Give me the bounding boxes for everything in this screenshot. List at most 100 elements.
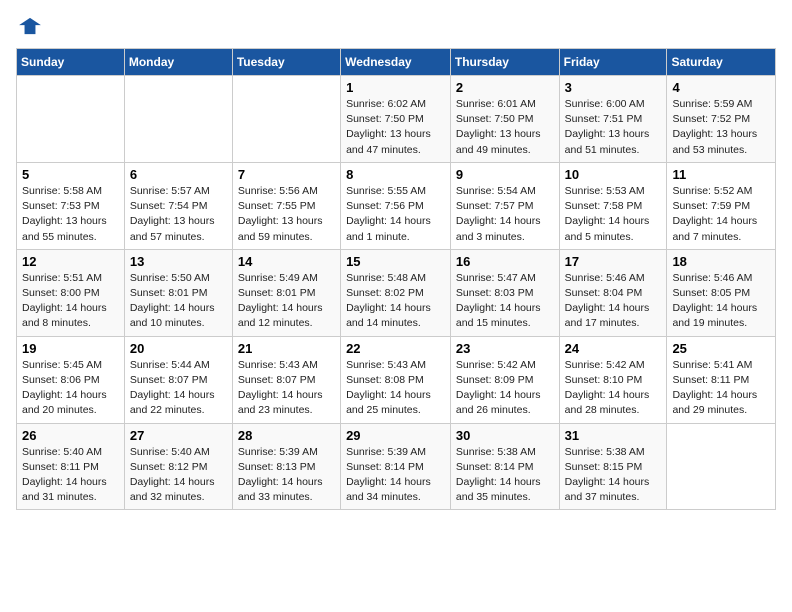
day-number: 23 — [456, 341, 554, 356]
calendar-week-row: 12 Sunrise: 5:51 AM Sunset: 8:00 PM Dayli… — [17, 249, 776, 336]
day-info: Sunrise: 5:39 AM Sunset: 8:14 PM Dayligh… — [346, 445, 445, 506]
day-info: Sunrise: 5:45 AM Sunset: 8:06 PM Dayligh… — [22, 358, 119, 419]
day-info: Sunrise: 5:42 AM Sunset: 8:10 PM Dayligh… — [565, 358, 662, 419]
calendar-header-day: Thursday — [450, 49, 559, 76]
calendar-table: SundayMondayTuesdayWednesdayThursdayFrid… — [16, 48, 776, 510]
day-number: 24 — [565, 341, 662, 356]
calendar-cell: 18 Sunrise: 5:46 AM Sunset: 8:05 PM Dayli… — [667, 249, 776, 336]
day-number: 5 — [22, 167, 119, 182]
day-number: 21 — [238, 341, 335, 356]
day-number: 8 — [346, 167, 445, 182]
day-number: 6 — [130, 167, 227, 182]
calendar-week-row: 19Sunrise: 5:45 AM Sunset: 8:06 PM Dayli… — [17, 336, 776, 423]
calendar-cell: 19Sunrise: 5:45 AM Sunset: 8:06 PM Dayli… — [17, 336, 125, 423]
day-number: 2 — [456, 80, 554, 95]
day-number: 4 — [672, 80, 770, 95]
day-number: 1 — [346, 80, 445, 95]
logo-icon — [16, 16, 44, 36]
day-number: 7 — [238, 167, 335, 182]
day-info: Sunrise: 5:57 AM Sunset: 7:54 PM Dayligh… — [130, 184, 227, 245]
calendar-week-row: 1 Sunrise: 6:02 AM Sunset: 7:50 PM Daylig… — [17, 76, 776, 163]
day-info: Sunrise: 5:43 AM Sunset: 8:08 PM Dayligh… — [346, 358, 445, 419]
day-number: 3 — [565, 80, 662, 95]
day-number: 11 — [672, 167, 770, 182]
calendar-week-row: 26 Sunrise: 5:40 AM Sunset: 8:11 PM Dayli… — [17, 423, 776, 510]
logo — [16, 16, 48, 36]
calendar-cell: 3 Sunrise: 6:00 AM Sunset: 7:51 PM Daylig… — [559, 76, 667, 163]
calendar-cell: 14 Sunrise: 5:49 AM Sunset: 8:01 PM Dayli… — [232, 249, 340, 336]
calendar-cell: 5 Sunrise: 5:58 AM Sunset: 7:53 PM Daylig… — [17, 162, 125, 249]
day-info: Sunrise: 5:48 AM Sunset: 8:02 PM Dayligh… — [346, 271, 445, 332]
day-number: 18 — [672, 254, 770, 269]
calendar-cell: 15Sunrise: 5:48 AM Sunset: 8:02 PM Dayli… — [341, 249, 451, 336]
day-info: Sunrise: 5:39 AM Sunset: 8:13 PM Dayligh… — [238, 445, 335, 506]
day-number: 31 — [565, 428, 662, 443]
calendar-header-day: Saturday — [667, 49, 776, 76]
day-info: Sunrise: 5:50 AM Sunset: 8:01 PM Dayligh… — [130, 271, 227, 332]
day-info: Sunrise: 5:46 AM Sunset: 8:04 PM Dayligh… — [565, 271, 662, 332]
day-info: Sunrise: 5:59 AM Sunset: 7:52 PM Dayligh… — [672, 97, 770, 158]
calendar-cell: 28 Sunrise: 5:39 AM Sunset: 8:13 PM Dayli… — [232, 423, 340, 510]
calendar-header-day: Wednesday — [341, 49, 451, 76]
day-number: 12 — [22, 254, 119, 269]
day-number: 25 — [672, 341, 770, 356]
day-number: 22 — [346, 341, 445, 356]
day-number: 9 — [456, 167, 554, 182]
day-info: Sunrise: 5:40 AM Sunset: 8:11 PM Dayligh… — [22, 445, 119, 506]
page-header — [16, 16, 776, 36]
day-info: Sunrise: 5:53 AM Sunset: 7:58 PM Dayligh… — [565, 184, 662, 245]
day-info: Sunrise: 5:43 AM Sunset: 8:07 PM Dayligh… — [238, 358, 335, 419]
day-info: Sunrise: 6:00 AM Sunset: 7:51 PM Dayligh… — [565, 97, 662, 158]
day-number: 13 — [130, 254, 227, 269]
calendar-cell: 2 Sunrise: 6:01 AM Sunset: 7:50 PM Daylig… — [450, 76, 559, 163]
day-number: 10 — [565, 167, 662, 182]
calendar-cell: 31 Sunrise: 5:38 AM Sunset: 8:15 PM Dayli… — [559, 423, 667, 510]
calendar-cell: 10 Sunrise: 5:53 AM Sunset: 7:58 PM Dayli… — [559, 162, 667, 249]
day-info: Sunrise: 5:55 AM Sunset: 7:56 PM Dayligh… — [346, 184, 445, 245]
day-number: 16 — [456, 254, 554, 269]
calendar-cell — [17, 76, 125, 163]
day-info: Sunrise: 5:56 AM Sunset: 7:55 PM Dayligh… — [238, 184, 335, 245]
day-number: 28 — [238, 428, 335, 443]
calendar-cell: 24 Sunrise: 5:42 AM Sunset: 8:10 PM Dayli… — [559, 336, 667, 423]
calendar-cell: 12 Sunrise: 5:51 AM Sunset: 8:00 PM Dayli… — [17, 249, 125, 336]
day-info: Sunrise: 6:01 AM Sunset: 7:50 PM Dayligh… — [456, 97, 554, 158]
calendar-cell: 16 Sunrise: 5:47 AM Sunset: 8:03 PM Dayli… — [450, 249, 559, 336]
day-info: Sunrise: 6:02 AM Sunset: 7:50 PM Dayligh… — [346, 97, 445, 158]
calendar-cell: 1 Sunrise: 6:02 AM Sunset: 7:50 PM Daylig… — [341, 76, 451, 163]
calendar-cell: 4 Sunrise: 5:59 AM Sunset: 7:52 PM Daylig… — [667, 76, 776, 163]
day-info: Sunrise: 5:51 AM Sunset: 8:00 PM Dayligh… — [22, 271, 119, 332]
calendar-header-row: SundayMondayTuesdayWednesdayThursdayFrid… — [17, 49, 776, 76]
day-number: 29 — [346, 428, 445, 443]
day-info: Sunrise: 5:58 AM Sunset: 7:53 PM Dayligh… — [22, 184, 119, 245]
calendar-cell: 26 Sunrise: 5:40 AM Sunset: 8:11 PM Dayli… — [17, 423, 125, 510]
calendar-cell: 7 Sunrise: 5:56 AM Sunset: 7:55 PM Daylig… — [232, 162, 340, 249]
day-info: Sunrise: 5:42 AM Sunset: 8:09 PM Dayligh… — [456, 358, 554, 419]
day-number: 14 — [238, 254, 335, 269]
day-info: Sunrise: 5:52 AM Sunset: 7:59 PM Dayligh… — [672, 184, 770, 245]
day-number: 17 — [565, 254, 662, 269]
day-info: Sunrise: 5:46 AM Sunset: 8:05 PM Dayligh… — [672, 271, 770, 332]
calendar-cell: 20 Sunrise: 5:44 AM Sunset: 8:07 PM Dayli… — [124, 336, 232, 423]
calendar-cell: 30Sunrise: 5:38 AM Sunset: 8:14 PM Dayli… — [450, 423, 559, 510]
day-info: Sunrise: 5:49 AM Sunset: 8:01 PM Dayligh… — [238, 271, 335, 332]
calendar-cell — [124, 76, 232, 163]
calendar-cell: 21 Sunrise: 5:43 AM Sunset: 8:07 PM Dayli… — [232, 336, 340, 423]
calendar-cell: 29 Sunrise: 5:39 AM Sunset: 8:14 PM Dayli… — [341, 423, 451, 510]
calendar-header-day: Tuesday — [232, 49, 340, 76]
day-info: Sunrise: 5:44 AM Sunset: 8:07 PM Dayligh… — [130, 358, 227, 419]
calendar-cell — [667, 423, 776, 510]
day-info: Sunrise: 5:40 AM Sunset: 8:12 PM Dayligh… — [130, 445, 227, 506]
day-number: 20 — [130, 341, 227, 356]
day-number: 26 — [22, 428, 119, 443]
calendar-header-day: Monday — [124, 49, 232, 76]
calendar-cell: 11 Sunrise: 5:52 AM Sunset: 7:59 PM Dayli… — [667, 162, 776, 249]
day-info: Sunrise: 5:38 AM Sunset: 8:15 PM Dayligh… — [565, 445, 662, 506]
day-info: Sunrise: 5:41 AM Sunset: 8:11 PM Dayligh… — [672, 358, 770, 419]
day-info: Sunrise: 5:47 AM Sunset: 8:03 PM Dayligh… — [456, 271, 554, 332]
calendar-body: 1 Sunrise: 6:02 AM Sunset: 7:50 PM Daylig… — [17, 76, 776, 510]
calendar-cell: 9Sunrise: 5:54 AM Sunset: 7:57 PM Daylig… — [450, 162, 559, 249]
calendar-cell: 22 Sunrise: 5:43 AM Sunset: 8:08 PM Dayli… — [341, 336, 451, 423]
calendar-week-row: 5 Sunrise: 5:58 AM Sunset: 7:53 PM Daylig… — [17, 162, 776, 249]
day-number: 27 — [130, 428, 227, 443]
